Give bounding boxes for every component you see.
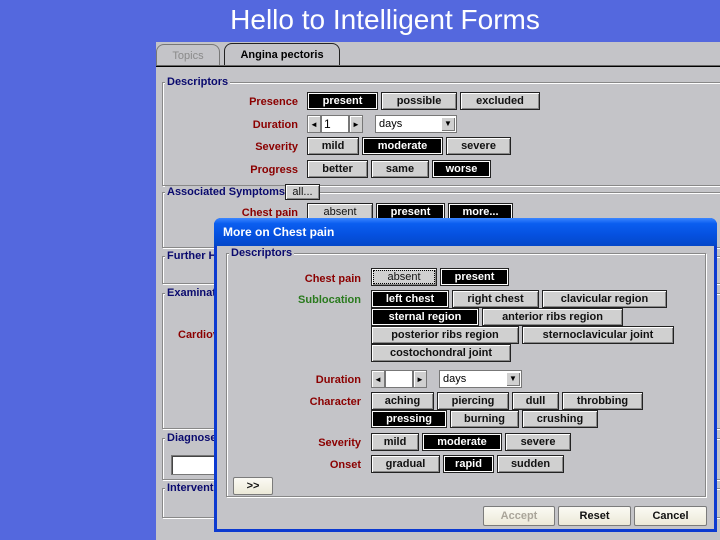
descriptors-group-title: Descriptors [165, 76, 231, 89]
dialog-chest-pain-present-button[interactable]: present [440, 268, 509, 286]
sublocation-anterior-ribs-button[interactable]: anterior ribs region [482, 308, 623, 326]
dialog-duration-value[interactable] [385, 370, 413, 388]
progress-label: Progress [250, 164, 298, 176]
severity-severe-button[interactable]: severe [446, 137, 511, 155]
dialog-severity-label: Severity [318, 437, 361, 449]
progress-same-button[interactable]: same [371, 160, 429, 178]
decrement-arrow-icon[interactable]: ◄ [371, 370, 385, 388]
sublocation-left-chest-button[interactable]: left chest [371, 290, 449, 308]
character-label: Character [309, 396, 361, 408]
severity-moderate-button[interactable]: moderate [362, 137, 443, 155]
increment-arrow-icon[interactable]: ► [349, 115, 363, 133]
cancel-button[interactable]: Cancel [634, 506, 707, 526]
associated-symptoms-title: Associated Symptoms [165, 186, 287, 199]
tab-divider [156, 65, 720, 67]
tab-bar: Topics Angina pectoris [156, 42, 720, 66]
dialog-duration-spinner[interactable]: ◄ ► [371, 370, 427, 388]
progress-worse-button[interactable]: worse [432, 160, 491, 178]
character-pressing-button[interactable]: pressing [371, 410, 447, 428]
more-on-chest-pain-dialog: More on Chest pain Descriptors Chest pai… [214, 218, 717, 532]
slide-title: Hello to Intelligent Forms [230, 4, 540, 35]
tab-topics[interactable]: Topics [156, 44, 220, 66]
character-crushing-button[interactable]: crushing [522, 410, 598, 428]
dialog-severity-moderate-button[interactable]: moderate [422, 433, 502, 451]
reset-button[interactable]: Reset [558, 506, 631, 526]
dialog-severity-mild-button[interactable]: mild [371, 433, 419, 451]
dropdown-arrow-icon[interactable]: ▼ [506, 372, 520, 386]
increment-arrow-icon[interactable]: ► [413, 370, 427, 388]
onset-gradual-button[interactable]: gradual [371, 455, 440, 473]
presence-excluded-button[interactable]: excluded [460, 92, 540, 110]
character-throbbing-button[interactable]: throbbing [562, 392, 643, 410]
dialog-duration-unit-select[interactable]: days ▼ [439, 370, 522, 388]
sublocation-clavicular-region-button[interactable]: clavicular region [542, 290, 667, 308]
presence-present-button[interactable]: present [307, 92, 378, 110]
presence-possible-button[interactable]: possible [381, 92, 457, 110]
examination-title: Examinati [165, 287, 221, 300]
duration-unit-value: days [379, 118, 403, 130]
further-history-title: Further H [165, 250, 219, 263]
sublocation-right-chest-button[interactable]: right chest [452, 290, 539, 308]
all-symptoms-button[interactable]: all... [285, 184, 320, 200]
dialog-chest-pain-label: Chest pain [304, 273, 361, 285]
progress-better-button[interactable]: better [307, 160, 368, 178]
dialog-chest-pain-absent-button[interactable]: absent [371, 268, 437, 286]
dialog-title[interactable]: More on Chest pain [214, 218, 717, 246]
dropdown-arrow-icon[interactable]: ▼ [441, 117, 455, 131]
sublocation-sternal-region-button[interactable]: sternal region [371, 308, 479, 326]
duration-spinner[interactable]: ◄ 1 ► [307, 115, 363, 133]
dialog-descriptors-title: Descriptors [229, 247, 295, 260]
duration-value[interactable]: 1 [321, 115, 349, 133]
dialog-body: Descriptors Chest pain absent present Su… [217, 246, 714, 529]
character-burning-button[interactable]: burning [450, 410, 519, 428]
onset-sudden-button[interactable]: sudden [497, 455, 564, 473]
accept-button[interactable]: Accept [483, 506, 555, 526]
sublocation-sternoclavicular-button[interactable]: sternoclavicular joint [522, 326, 674, 344]
tab-angina-pectoris[interactable]: Angina pectoris [224, 43, 340, 66]
severity-mild-button[interactable]: mild [307, 137, 359, 155]
onset-label: Onset [329, 459, 361, 471]
dialog-severity-severe-button[interactable]: severe [505, 433, 571, 451]
interventions-title: Interventi [165, 482, 219, 495]
duration-label: Duration [252, 119, 298, 131]
sublocation-costochondral-button[interactable]: costochondral joint [371, 344, 511, 362]
character-dull-button[interactable]: dull [512, 392, 559, 410]
decrement-arrow-icon[interactable]: ◄ [307, 115, 321, 133]
cardiovascular-label: Cardiov [178, 329, 219, 341]
dialog-duration-unit-value: days [443, 373, 467, 385]
duration-unit-select[interactable]: days ▼ [375, 115, 457, 133]
character-piercing-button[interactable]: piercing [437, 392, 509, 410]
sublocation-label: Sublocation [298, 294, 361, 306]
character-aching-button[interactable]: aching [371, 392, 434, 410]
dialog-duration-label: Duration [315, 374, 361, 386]
severity-label: Severity [255, 141, 298, 153]
onset-rapid-button[interactable]: rapid [443, 455, 494, 473]
expand-more-button[interactable]: >> [233, 477, 273, 495]
diagnoses-title: Diagnose [165, 432, 219, 445]
presence-label: Presence [249, 96, 298, 108]
sublocation-posterior-ribs-button[interactable]: posterior ribs region [371, 326, 519, 344]
